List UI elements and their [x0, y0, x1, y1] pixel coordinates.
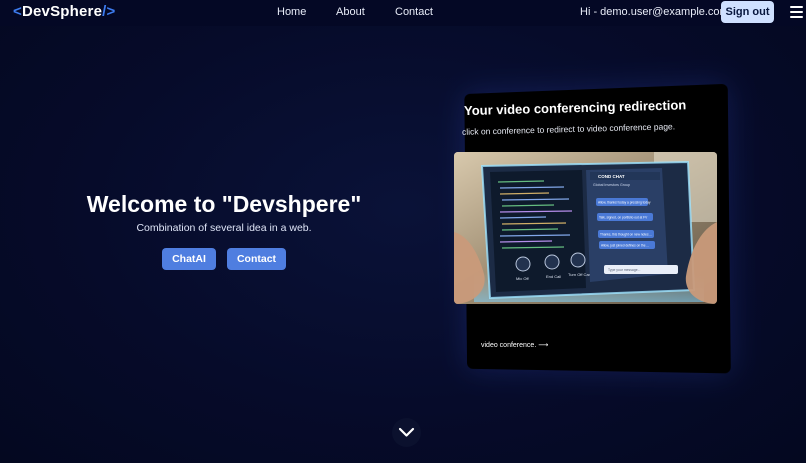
page: <DevSphere/> Home About Contact Hi - dem…	[0, 0, 806, 463]
chevron-down-icon[interactable]	[392, 418, 421, 447]
chat-message: Allow, thanks! today a pressing today	[598, 201, 651, 205]
chat-input-placeholder: Type your message...	[608, 268, 640, 272]
chat-header: COND CHAT	[598, 174, 625, 179]
chatai-button[interactable]: ChatAI	[162, 248, 216, 270]
navbar: <DevSphere/> Home About Contact Hi - dem…	[0, 0, 806, 26]
logo-text: DevSphere	[21, 3, 103, 20]
nav-link-contact[interactable]: Contact	[395, 6, 433, 18]
control-label-mic: Mic Off	[516, 276, 529, 281]
video-conference-link[interactable]: video conference. ⟶	[481, 341, 548, 349]
chat-message: Thanks, this thought on new notes ...	[600, 233, 652, 237]
video-conference-image[interactable]: Mic Off End Call Turn Off Camera COND CH…	[454, 152, 717, 304]
hamburger-menu-icon[interactable]	[790, 6, 803, 18]
nav-link-about[interactable]: About	[336, 6, 365, 18]
user-greeting: Hi - demo.user@example.com	[580, 6, 729, 18]
logo-close-bracket: />	[102, 3, 116, 20]
sign-out-button[interactable]: Sign out	[721, 1, 774, 23]
chat-group-name: Global Investors Group	[593, 183, 630, 187]
chat-message: Allow, just joined defines on the ...	[601, 244, 649, 248]
logo-open-bracket: <	[13, 3, 22, 20]
hero-title: Welcome to "Devshpere"	[86, 191, 362, 217]
contact-button[interactable]: Contact	[227, 248, 286, 270]
control-label-end-call: End Call	[546, 274, 561, 279]
nav-link-home[interactable]: Home	[277, 6, 306, 18]
logo[interactable]: <DevSphere/>	[13, 3, 115, 20]
chat-message: Talk, signed, on portfolio out at FV	[599, 216, 648, 220]
hero-subtitle: Combination of several idea in a web.	[136, 222, 312, 234]
